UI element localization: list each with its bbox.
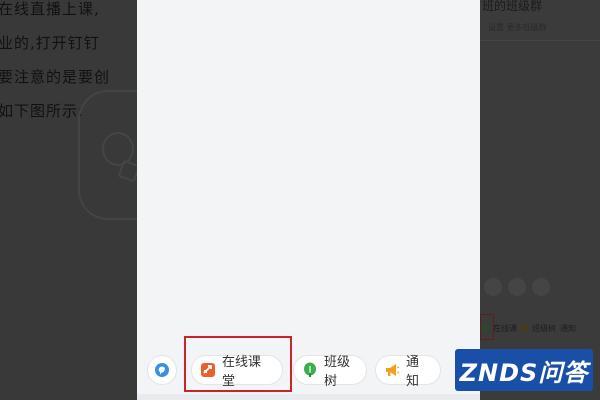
watermark-text: ZNDS问答 [459,358,589,387]
article-background: 在线直播上课, 业的,打开钉钉 要注意的是要创 如下图所示: [0,0,137,400]
background-toolbar: 在线课 班级树 通知 [480,318,600,338]
phone-screen: 在线课堂 班级树 通知 [137,0,480,400]
notify-label: 通知 [406,355,420,389]
divider [480,40,600,41]
article-line: 如下图所示: [0,102,85,120]
znds-watermark-logo: ZNDS问答 [455,349,593,391]
article-line: 在线直播上课, [0,0,100,18]
right-background: 班的班级群 设置 更多班级群 在线课 班级树 通知 [480,0,600,400]
ghost-icon [484,278,502,296]
article-line: 业的,打开钉钉 [0,34,100,52]
ghost-icon [508,278,526,296]
tree-icon [302,362,318,378]
megaphone-icon [384,362,400,378]
classroom-icon [200,362,216,378]
background-icons [484,278,550,296]
background-group-title: 班的班级群 [482,0,543,13]
article-line: 要注意的是要创 [0,68,111,86]
background-group-subtitle: 设置 更多班级群 [488,23,547,32]
chat-bubble-icon[interactable] [147,355,177,385]
online-classroom-label: 在线课堂 [222,355,262,389]
background-toolbar-item: 班级树 [532,323,556,333]
ghost-icon [532,278,550,296]
class-tree-button[interactable]: 班级树 [293,355,367,389]
ghost-dot-icon [521,324,528,332]
background-toolbar-item: 通知 [560,323,576,333]
background-toolbar-item: 在线课 [493,323,517,333]
online-classroom-button[interactable]: 在线课堂 [191,355,283,389]
notify-button[interactable]: 通知 [375,355,441,389]
input-bar-edge [137,394,480,400]
chat-quick-toolbar: 在线课堂 班级树 通知 [137,338,480,400]
background-illustration [78,90,137,220]
ghost-dot-icon [482,324,489,332]
class-tree-label: 班级树 [324,355,351,389]
chat-bubble-icon-glyph [155,363,169,377]
